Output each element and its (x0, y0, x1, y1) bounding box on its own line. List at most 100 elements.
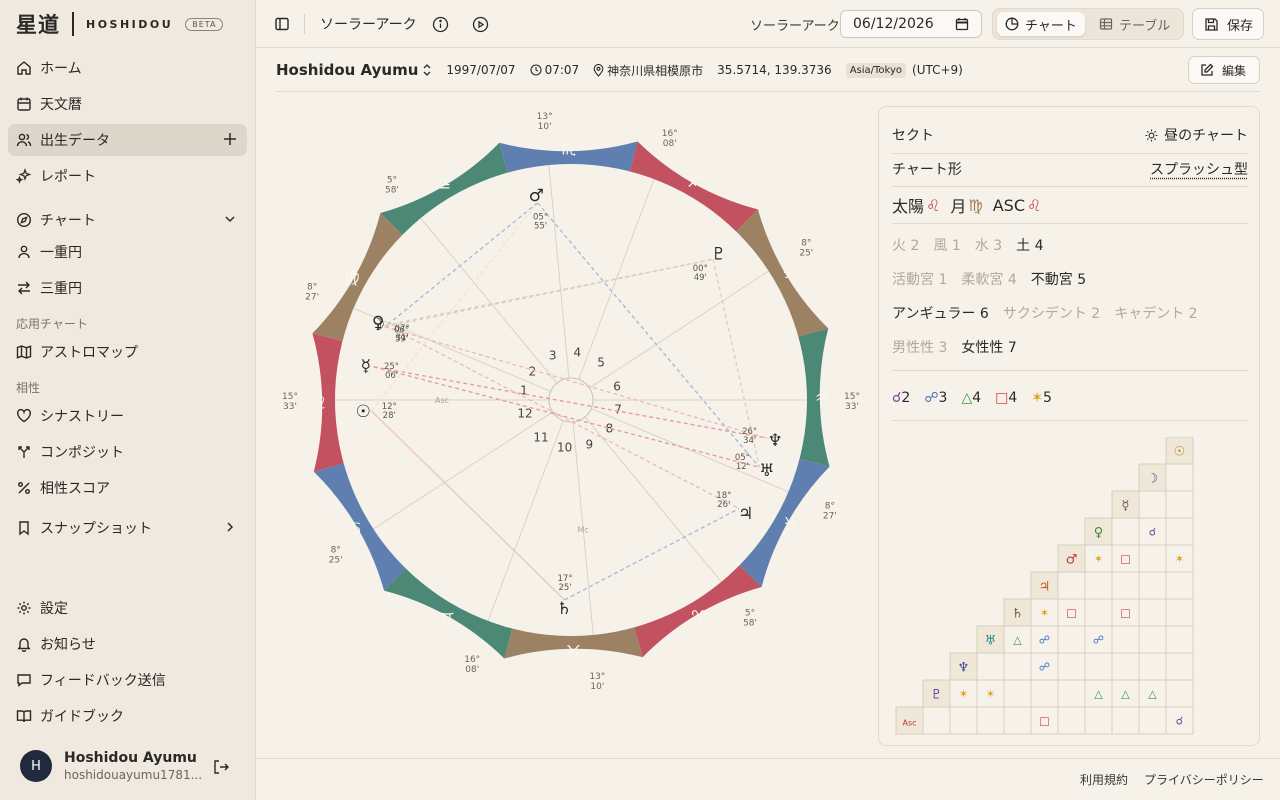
sun-icon (1145, 129, 1158, 142)
sidebar-item-label: スナップショット (40, 521, 152, 537)
trine-count: △ 4 (961, 390, 982, 406)
chart-shape-value[interactable]: スプラッシュ型 (1150, 159, 1248, 179)
chevron-updown-icon[interactable] (422, 63, 432, 77)
cusp-minute: 25' (799, 248, 813, 258)
sidebar-item-report[interactable]: レポート (8, 160, 247, 192)
sidebar-item-composite[interactable]: コンポジット (8, 436, 247, 468)
grid-cell (1084, 571, 1113, 600)
progression-date-input[interactable]: 06/12/2026 (840, 10, 982, 38)
planet-glyph: ♇ (711, 245, 726, 265)
calendar-icon[interactable] (955, 17, 969, 31)
grid-planet-glyph: Asc (902, 719, 916, 728)
tab-label: チャート (1025, 18, 1077, 34)
planet-minute: 06' (385, 371, 398, 381)
bookmark-icon (16, 520, 32, 536)
grid-cell (1138, 652, 1167, 681)
stat-cadent: キャデント 2 (1114, 306, 1198, 322)
sidebar-item-feedback[interactable]: フィードバック送信 (8, 664, 247, 696)
save-icon (1204, 17, 1219, 32)
grid-cell (1138, 571, 1167, 600)
sidebar-item-label: 設定 (40, 601, 68, 617)
sidebar-item-notifications[interactable]: お知らせ (8, 628, 247, 660)
sextile-icon: ✶ (1031, 390, 1044, 406)
terms-link[interactable]: 利用規約 (1080, 771, 1128, 788)
aspect-grid[interactable]: ☉ ☽ ☿ ♀ ♂ ♃ ♄ ♅ ♆ ♇ Asc ☌ ✶ □ ✶ ✶ □ □ △ ☍ ☍ ☍ ✶ ✶ △ △ △ □ ☌ (895, 437, 1247, 737)
planet-glyph: ♃ (738, 504, 753, 524)
sign-glyph: ♐ (687, 172, 702, 192)
grid-aspect-glyph: ✶ (959, 688, 968, 701)
grid-cell (1111, 625, 1140, 654)
bell-icon (16, 636, 32, 652)
cusp-degree: 15° (844, 392, 860, 402)
house-number: 1 (520, 383, 528, 397)
house-number: 6 (613, 379, 621, 393)
sect-row: セクト 昼のチャート (892, 125, 1248, 145)
sidebar-item-guidebook[interactable]: ガイドブック (8, 700, 247, 732)
sidebar-group-chart[interactable]: チャート (8, 204, 247, 236)
logo-divider (72, 12, 74, 36)
sidebar-item-single-chart[interactable]: 一重円 (8, 236, 247, 268)
chart-wheel[interactable]: ♈ ♉ ♊ ♋ ♌ ♍ ♎ ♏ ♐ ♑ ♒ ♓ 15° 33' 1 8° 27' 2 5° 58' 3 13° 10' 4 16… (276, 104, 866, 704)
grid-planet-glyph: ♇ (931, 688, 943, 703)
sidebar-item-settings[interactable]: 設定 (8, 592, 247, 624)
pie-chart-icon (1005, 17, 1019, 31)
sign-glyph: ♈ (691, 608, 706, 628)
logout-icon[interactable] (212, 758, 230, 776)
sidebar-item-label: 天文暦 (40, 97, 82, 113)
play-icon[interactable] (470, 14, 490, 34)
cusp-degree: 5° (745, 609, 755, 619)
grid-cell (1057, 625, 1086, 654)
grid-cell (1165, 598, 1194, 627)
sidebar-item-home[interactable]: ホーム (8, 52, 247, 84)
home-icon (16, 60, 32, 76)
info-icon[interactable] (430, 14, 450, 34)
brand[interactable]: 星道 HOSHIDOU BETA (16, 8, 224, 40)
square-count: □ 4 (995, 390, 1018, 406)
opposition-icon: ☍ (924, 390, 939, 406)
chart-summary-panel: セクト 昼のチャート チャート形 スプラッシュ型 太陽 ♌ 月 ♍ ASC ♌ … (878, 106, 1260, 746)
grid-cell (1165, 652, 1194, 681)
sidebar-item-snapshot[interactable]: スナップショット (8, 512, 247, 544)
grid-aspect-glyph: △ (1148, 688, 1157, 701)
sidebar-item-astromap[interactable]: アストロマップ (8, 336, 247, 368)
topbar-divider (304, 14, 305, 34)
virgo-icon: ♍ (968, 195, 983, 215)
privacy-link[interactable]: プライバシーポリシー (1144, 771, 1264, 788)
grid-cell (1003, 652, 1032, 681)
section-label-applied: 応用チャート (16, 317, 88, 331)
user-profile[interactable]: H Hoshidou Ayumu hoshidouayumu1781... (20, 750, 202, 782)
sidebar-item-ephemeris[interactable]: 天文暦 (8, 88, 247, 120)
grid-cell (1111, 652, 1140, 681)
person-info-bar: Hoshidou Ayumu 1997/07/07 07:07 神奈川県相模原市… (276, 56, 1260, 84)
tab-label: テーブル (1119, 18, 1171, 34)
grid-aspect-glyph: □ (1039, 715, 1049, 728)
sidebar-item-triple-chart[interactable]: 三重円 (8, 272, 247, 304)
stat-mutable: 柔軟宮 4 (961, 272, 1017, 288)
grid-cell (1111, 571, 1140, 600)
tab-chart[interactable]: チャート (997, 12, 1085, 36)
grid-planet-glyph: ♆ (958, 661, 970, 676)
save-button[interactable]: 保存 (1192, 8, 1264, 40)
stat-fixed: 不動宮 5 (1030, 272, 1087, 288)
planet-glyph: ♆ (768, 431, 783, 451)
moon-label: 月 (950, 197, 967, 216)
sidebar-item-birth-data[interactable]: 出生データ (8, 124, 247, 156)
person-name[interactable]: Hoshidou Ayumu (276, 61, 418, 79)
edit-button[interactable]: 編集 (1188, 56, 1260, 84)
divider (892, 153, 1248, 154)
sidebar-toggle-icon[interactable] (272, 14, 292, 34)
grid-cell (1165, 517, 1194, 546)
sidebar-item-compat-score[interactable]: 相性スコア (8, 472, 247, 504)
cusp-degree: 15° (282, 392, 298, 402)
conjunction-icon: ☌ (892, 390, 902, 406)
house-number: 11 (533, 430, 548, 444)
tab-table[interactable]: テーブル (1091, 12, 1178, 36)
sidebar-item-label: ガイドブック (40, 709, 124, 725)
calendar-icon (16, 96, 32, 112)
opposition-count: ☍ 3 (924, 390, 948, 406)
plus-icon[interactable] (223, 132, 237, 146)
sidebar-item-synastry[interactable]: シナストリー (8, 400, 247, 432)
grid-aspect-glyph: □ (1120, 553, 1130, 566)
stat-fire: 火 2 (892, 238, 920, 254)
cusp-degree: 5° (387, 175, 397, 185)
